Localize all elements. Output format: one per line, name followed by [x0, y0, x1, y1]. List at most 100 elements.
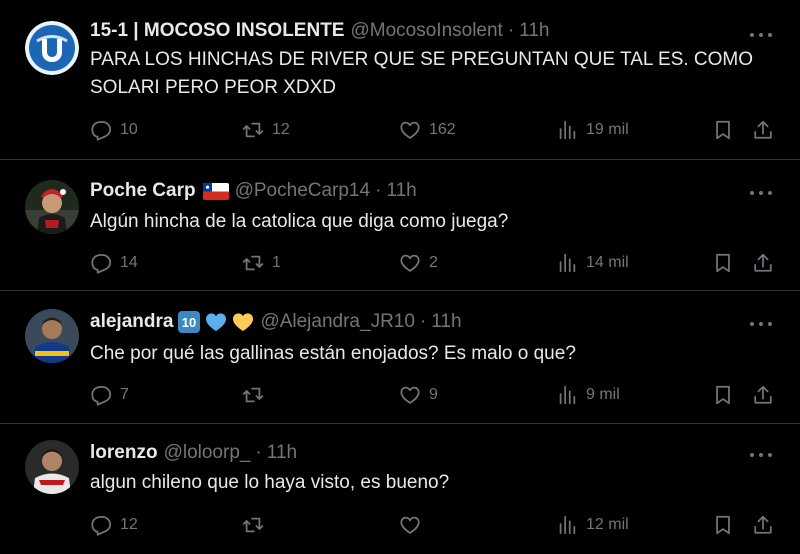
timestamp[interactable]: 11h	[386, 180, 416, 202]
bar-chart-icon	[556, 384, 578, 406]
views-button[interactable]: 14 mil	[556, 251, 629, 275]
author-name[interactable]: 15-1 | MOCOSO INSOLENTE	[90, 20, 344, 42]
author-handle[interactable]: @PocheCarp14	[235, 180, 370, 202]
action-bar: 14 1 2 14 mil	[90, 251, 775, 275]
view-count: 14 mil	[586, 254, 629, 271]
reply-count: 7	[120, 386, 129, 403]
tweet[interactable]: 15-1 | MOCOSO INSOLENTE @MocosoInsolent …	[0, 0, 800, 160]
view-count: 12 mil	[586, 516, 629, 533]
heart-icon	[399, 514, 421, 536]
tweet[interactable]: alejandra 10 @Alejandra_JR10 · 11h Che p…	[0, 291, 800, 424]
avatar[interactable]	[25, 21, 79, 75]
reply-count: 10	[120, 121, 138, 138]
separator: ·	[255, 442, 262, 463]
bar-chart-icon	[556, 252, 578, 274]
reply-icon	[90, 384, 112, 406]
heart-icon	[399, 252, 421, 274]
retweet-icon	[242, 119, 264, 141]
bookmark-icon	[712, 119, 734, 141]
yellow-heart-icon	[232, 312, 254, 332]
timestamp[interactable]: 11h	[519, 20, 549, 42]
author-name[interactable]: lorenzo	[90, 442, 158, 464]
action-bar: 12 12 mil	[90, 513, 775, 537]
profile-photo-icon	[25, 440, 79, 494]
author-name[interactable]: alejandra	[90, 311, 173, 333]
share-button[interactable]	[752, 118, 774, 142]
separator: ·	[419, 311, 427, 332]
share-button[interactable]	[752, 251, 774, 275]
action-bar: 7 9 9 mil	[90, 383, 775, 407]
tweet-text: Che por qué las gallinas están enojados?…	[90, 343, 576, 364]
retweet-count: 1	[272, 254, 281, 271]
tweet-text: algun chileno que lo haya visto, es buen…	[90, 472, 450, 493]
like-count: 162	[429, 121, 456, 138]
separator: ·	[507, 20, 515, 41]
reply-button[interactable]: 7	[90, 383, 129, 407]
avatar[interactable]	[25, 180, 79, 234]
like-button[interactable]	[399, 513, 429, 537]
retweet-button[interactable]: 1	[242, 251, 281, 275]
more-options-icon[interactable]	[750, 452, 772, 458]
like-button[interactable]: 162	[399, 118, 456, 142]
tweet[interactable]: lorenzo @loloorp_ · 11h algun chileno qu…	[0, 424, 800, 554]
retweet-icon	[242, 384, 264, 406]
author-name[interactable]: Poche Carp	[90, 180, 196, 202]
like-count: 9	[429, 386, 438, 403]
avatar[interactable]	[25, 309, 79, 363]
tweet-feed: 15-1 | MOCOSO INSOLENTE @MocosoInsolent …	[0, 0, 800, 554]
profile-photo-icon	[25, 309, 79, 363]
reply-button[interactable]: 14	[90, 251, 138, 275]
author-handle[interactable]: @loloorp_	[164, 442, 251, 464]
bookmark-button[interactable]	[712, 118, 734, 142]
retweet-count: 12	[272, 121, 290, 138]
timestamp[interactable]: 11h	[431, 311, 461, 333]
chile-flag-icon	[202, 182, 229, 200]
share-icon	[752, 252, 774, 274]
svg-text:10: 10	[182, 315, 196, 330]
tweet-text: Algún hincha de la catolica que diga com…	[90, 211, 509, 232]
retweet-button[interactable]	[242, 383, 272, 407]
bookmark-button[interactable]	[712, 513, 734, 537]
tweet[interactable]: Poche Carp @PocheCarp14 · 11h Algún hinc…	[0, 160, 800, 291]
like-count: 2	[429, 254, 438, 271]
bookmark-icon	[712, 252, 734, 274]
bar-chart-icon	[556, 514, 578, 536]
separator: ·	[375, 180, 382, 201]
reply-icon	[90, 514, 112, 536]
views-button[interactable]: 9 mil	[556, 383, 620, 407]
reply-count: 12	[120, 516, 138, 533]
retweet-button[interactable]	[242, 513, 272, 537]
more-options-icon[interactable]	[750, 32, 772, 38]
timestamp[interactable]: 11h	[267, 442, 297, 464]
like-button[interactable]: 9	[399, 383, 438, 407]
share-button[interactable]	[752, 383, 774, 407]
retweet-icon	[242, 514, 264, 536]
reply-icon	[90, 252, 112, 274]
share-icon	[752, 514, 774, 536]
view-count: 19 mil	[586, 121, 629, 138]
heart-icon	[399, 119, 421, 141]
reply-button[interactable]: 12	[90, 513, 138, 537]
retweet-button[interactable]: 12	[242, 118, 290, 142]
more-options-icon[interactable]	[750, 190, 772, 196]
views-button[interactable]: 12 mil	[556, 513, 629, 537]
blue-heart-icon	[205, 312, 227, 332]
bookmark-icon	[712, 514, 734, 536]
avatar[interactable]	[25, 440, 79, 494]
share-button[interactable]	[752, 513, 774, 537]
bar-chart-icon	[556, 119, 578, 141]
u-shield-logo-icon	[25, 21, 79, 75]
like-button[interactable]: 2	[399, 251, 438, 275]
bookmark-icon	[712, 384, 734, 406]
heart-icon	[399, 384, 421, 406]
author-handle[interactable]: @MocosoInsolent	[350, 20, 502, 42]
author-handle[interactable]: @Alejandra_JR10	[260, 311, 415, 333]
more-options-icon[interactable]	[750, 321, 772, 327]
bookmark-button[interactable]	[712, 383, 734, 407]
reply-button[interactable]: 10	[90, 118, 138, 142]
bookmark-button[interactable]	[712, 251, 734, 275]
keycap-10-icon: 10	[178, 311, 201, 333]
tweet-text: PARA LOS HINCHAS DE RIVER QUE SE PREGUNT…	[90, 49, 754, 98]
views-button[interactable]: 19 mil	[556, 118, 629, 142]
action-bar: 10 12 162 19 mil	[90, 118, 775, 142]
